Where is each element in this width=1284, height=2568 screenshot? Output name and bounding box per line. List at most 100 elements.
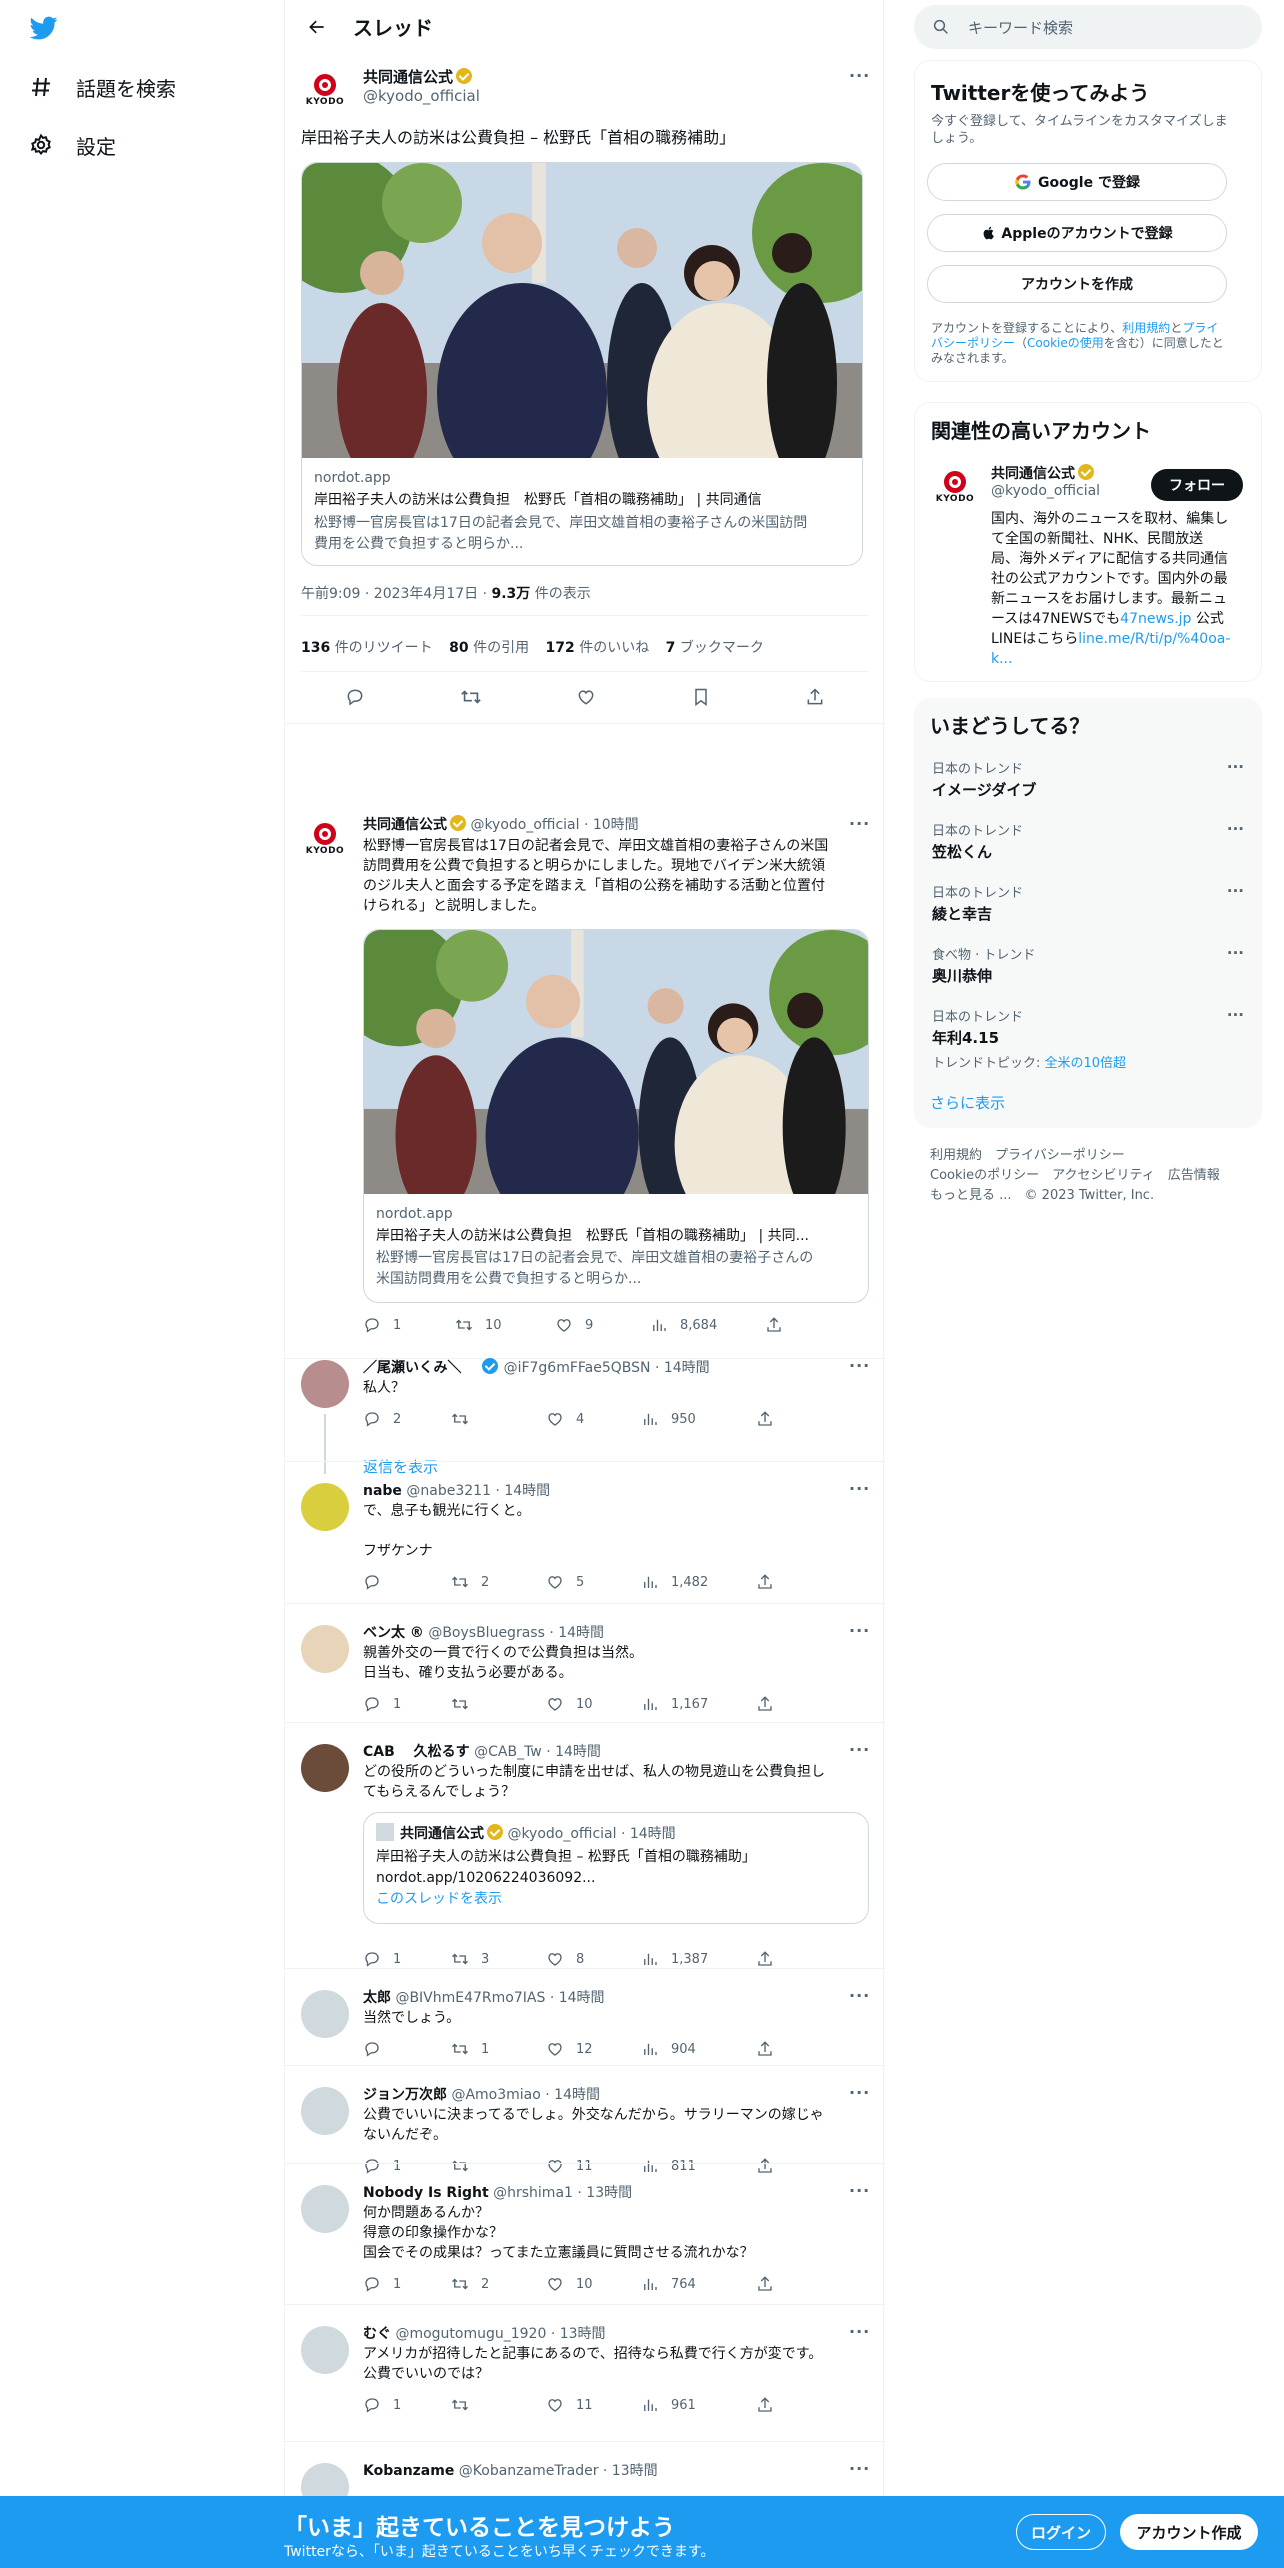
more-options-icon[interactable]: ··· bbox=[849, 1621, 870, 1640]
more-options-icon[interactable]: ··· bbox=[849, 2083, 870, 2102]
reply-button[interactable] bbox=[363, 1573, 451, 1591]
author-handle[interactable]: @mogutomugu_1920 · 13時間 bbox=[395, 2326, 605, 2342]
more-options-icon[interactable]: ··· bbox=[849, 1986, 870, 2005]
show-thread-link[interactable]: このスレッドを表示 bbox=[376, 1889, 502, 1909]
reply-button[interactable]: 1 bbox=[363, 1316, 455, 1334]
show-replies-link[interactable]: 返信を表示 bbox=[363, 1456, 438, 1477]
stat-bookmarks[interactable]: 7 ブックマーク bbox=[666, 640, 764, 656]
author-handle[interactable]: @hrshima1 · 13時間 bbox=[493, 2185, 632, 2201]
views-button[interactable]: 1,482 bbox=[641, 1573, 756, 1591]
author-name[interactable]: CAB 久松るす bbox=[363, 1744, 470, 1760]
reply-button[interactable]: 2 bbox=[363, 1410, 451, 1428]
avatar[interactable]: KYODO bbox=[301, 66, 349, 114]
bookmark-icon[interactable] bbox=[691, 687, 711, 707]
login-button[interactable]: ログイン bbox=[1016, 2514, 1106, 2550]
avatar[interactable] bbox=[301, 2326, 349, 2374]
stat-likes[interactable]: 172 件のいいね bbox=[546, 640, 650, 656]
footer-link[interactable]: Cookieのポリシー bbox=[930, 1168, 1039, 1183]
author-handle[interactable]: @BIVhmE47Rmo7IAS · 14時間 bbox=[395, 1990, 604, 2006]
stat-retweets[interactable]: 136 件のリツイート bbox=[301, 640, 433, 656]
footer-link[interactable]: 利用規約 bbox=[930, 1148, 982, 1163]
back-arrow-icon[interactable] bbox=[299, 9, 335, 45]
share-icon[interactable] bbox=[805, 687, 825, 707]
trend-item[interactable]: 食べ物 · トレンド 奥川恭伸 ··· bbox=[932, 944, 1262, 986]
avatar[interactable] bbox=[301, 2185, 349, 2233]
more-options-icon[interactable]: ··· bbox=[849, 1356, 870, 1375]
share-button[interactable] bbox=[756, 1695, 786, 1713]
author-name[interactable]: ベン太 ® bbox=[363, 1625, 424, 1641]
like-button[interactable]: 10 bbox=[546, 2275, 641, 2293]
footer-link[interactable]: もっと見る ... bbox=[930, 1188, 1012, 1203]
retweet-button[interactable] bbox=[451, 1410, 546, 1428]
retweet-button[interactable] bbox=[451, 2157, 546, 2175]
trend-item[interactable]: 日本のトレンド 綾と幸吉 ··· bbox=[932, 882, 1262, 924]
like-icon[interactable] bbox=[576, 687, 596, 707]
footer-link[interactable]: プライバシーポリシー bbox=[995, 1148, 1125, 1163]
avatar[interactable]: KYODO bbox=[301, 815, 349, 863]
nav-settings[interactable]: 設定 bbox=[28, 125, 116, 165]
like-button[interactable]: 10 bbox=[546, 1695, 641, 1713]
retweet-icon[interactable] bbox=[460, 686, 482, 708]
author-handle[interactable]: @iF7g6mFFae5QBSN · 14時間 bbox=[504, 1360, 710, 1376]
avatar[interactable] bbox=[301, 1625, 349, 1673]
author-name[interactable]: ジョン万次郎 bbox=[363, 2087, 447, 2103]
views-button[interactable]: 961 bbox=[641, 2396, 756, 2414]
privacy-link[interactable]: バシーポリシー bbox=[931, 336, 1015, 350]
share-button[interactable] bbox=[756, 2157, 786, 2175]
like-button[interactable]: 4 bbox=[546, 1410, 641, 1428]
author-handle[interactable]: @CAB_Tw · 14時間 bbox=[474, 1744, 601, 1760]
reply-button[interactable]: 1 bbox=[363, 1950, 451, 1968]
more-options-icon[interactable]: ··· bbox=[849, 814, 870, 833]
share-button[interactable] bbox=[765, 1316, 795, 1334]
views-button[interactable]: 950 bbox=[641, 1410, 756, 1428]
footer-link[interactable]: 広告情報 bbox=[1168, 1168, 1220, 1183]
views-button[interactable]: 1,387 bbox=[641, 1950, 756, 1968]
share-button[interactable] bbox=[756, 2396, 786, 2414]
reply-button[interactable]: 1 bbox=[363, 2396, 451, 2414]
like-button[interactable]: 5 bbox=[546, 1573, 641, 1591]
author-handle[interactable]: @KobanzameTrader · 13時間 bbox=[459, 2463, 658, 2479]
cookie-link[interactable]: Cookieの使用 bbox=[1027, 336, 1104, 350]
avatar[interactable] bbox=[301, 1483, 349, 1531]
apple-signup-button[interactable]: Appleのアカウントで登録 bbox=[927, 214, 1227, 252]
more-options-icon[interactable]: ··· bbox=[1227, 820, 1244, 838]
retweet-button[interactable]: 2 bbox=[451, 1573, 546, 1591]
retweet-button[interactable]: 3 bbox=[451, 1950, 546, 1968]
retweet-button[interactable]: 10 bbox=[455, 1316, 555, 1334]
more-options-icon[interactable]: ··· bbox=[849, 1479, 870, 1498]
retweet-button[interactable] bbox=[451, 1695, 546, 1713]
author-name[interactable]: 太郎 bbox=[363, 1990, 391, 2006]
trend-item[interactable]: 日本のトレンド イメージダイブ ··· bbox=[932, 758, 1262, 800]
create-account-button[interactable]: アカウントを作成 bbox=[927, 265, 1227, 303]
reply-button[interactable]: 1 bbox=[363, 1695, 451, 1713]
share-button[interactable] bbox=[756, 1573, 786, 1591]
views-button[interactable]: 764 bbox=[641, 2275, 756, 2293]
like-button[interactable]: 12 bbox=[546, 2040, 641, 2058]
more-options-icon[interactable]: ··· bbox=[849, 66, 870, 85]
retweet-button[interactable]: 1 bbox=[451, 2040, 546, 2058]
author-name[interactable]: Nobody Is Right bbox=[363, 2185, 489, 2201]
share-button[interactable] bbox=[756, 2040, 786, 2058]
more-options-icon[interactable]: ··· bbox=[1227, 944, 1244, 962]
related-account[interactable]: 共同通信公式 @kyodo_official bbox=[991, 463, 1100, 499]
reply-button[interactable]: 1 bbox=[363, 2157, 451, 2175]
quoted-tweet[interactable]: 共同通信公式 @kyodo_official · 14時間 岸田裕子夫人の訪米は公… bbox=[363, 1812, 869, 1924]
trend-item[interactable]: 日本のトレンド 年利4.15 ··· トレンドトピック: 全米の10倍超 bbox=[932, 1006, 1262, 1071]
author-name[interactable]: むぐ bbox=[363, 2326, 391, 2342]
reply-icon[interactable] bbox=[345, 687, 365, 707]
avatar[interactable] bbox=[301, 1360, 349, 1408]
link-card[interactable]: nordot.app 岸田裕子夫人の訪米は公費負担 松野氏「首相の職務補助」 |… bbox=[301, 162, 863, 566]
like-button[interactable]: 8 bbox=[546, 1950, 641, 1968]
timestamp-text[interactable]: 午前9:09 · 2023年4月17日 · bbox=[301, 586, 492, 602]
more-options-icon[interactable]: ··· bbox=[849, 1740, 870, 1759]
more-options-icon[interactable]: ··· bbox=[849, 2181, 870, 2200]
follow-button[interactable]: フォロー bbox=[1151, 469, 1243, 501]
share-button[interactable] bbox=[756, 1950, 786, 1968]
retweet-button[interactable]: 2 bbox=[451, 2275, 546, 2293]
more-options-icon[interactable]: ··· bbox=[1227, 758, 1244, 776]
views-button[interactable]: 8,684 bbox=[650, 1316, 765, 1334]
author-name[interactable]: nabe bbox=[363, 1483, 402, 1499]
author-name[interactable]: ／尾瀬いくみ＼ bbox=[363, 1360, 462, 1376]
avatar[interactable]: KYODO bbox=[931, 463, 979, 511]
like-button[interactable]: 11 bbox=[546, 2157, 641, 2175]
